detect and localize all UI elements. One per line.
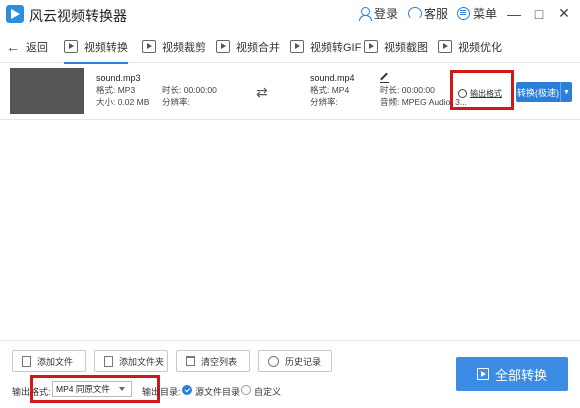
user-icon xyxy=(358,7,372,21)
custom-dir-radio[interactable] xyxy=(241,385,251,395)
tab-video-convert[interactable]: 视频转换 xyxy=(64,30,128,64)
edit-pencil-icon[interactable] xyxy=(380,72,389,83)
login-button[interactable]: 登录 xyxy=(358,5,398,22)
merge-icon xyxy=(216,40,230,53)
target-format: 格式: MP4 xyxy=(310,85,350,95)
target-info: sound.mp4 格式: MP4 分辨率: xyxy=(310,72,355,108)
source-dir-radio[interactable] xyxy=(182,385,192,395)
add-file-label: 添加文件 xyxy=(37,356,74,367)
maximize-button[interactable]: □ xyxy=(531,6,547,22)
clock-icon xyxy=(268,355,279,367)
clear-list-label: 清空列表 xyxy=(201,356,238,367)
tab-video-screenshot[interactable]: 视频截图 xyxy=(364,30,428,63)
history-button[interactable]: 历史记录 xyxy=(258,350,332,372)
tab-label: 视频截图 xyxy=(384,41,428,54)
service-label: 客服 xyxy=(423,7,448,21)
convert-arrows-icon: ⇄ xyxy=(256,84,268,100)
caret-down-icon[interactable]: ▼ xyxy=(560,82,572,102)
title-bar: 风云视频转换器 登录 客服 菜单 — □ ✕ xyxy=(0,0,580,28)
history-label: 历史记录 xyxy=(285,356,322,367)
app-logo-icon xyxy=(6,5,24,23)
convert-label: 转换(极速) xyxy=(517,87,559,98)
tab-label: 视频转GIF xyxy=(310,41,362,54)
add-file-button[interactable]: 添加文件 xyxy=(12,350,86,372)
minimize-button[interactable]: — xyxy=(506,6,522,22)
clear-list-button[interactable]: 清空列表 xyxy=(176,350,250,372)
file-add-icon xyxy=(22,355,31,367)
output-dir-label: 输出目录: xyxy=(142,387,181,397)
arrow-left-icon: ← xyxy=(6,38,20,55)
folder-add-icon xyxy=(104,355,113,367)
target-resolution: 分辨率: xyxy=(310,97,338,107)
source-filename: sound.mp3 xyxy=(96,73,141,83)
source-info: sound.mp3 格式: MP3 大小: 0.02 MB xyxy=(96,72,149,108)
highlight-box-format-select xyxy=(30,375,160,403)
tab-label: 视频优化 xyxy=(458,41,502,54)
close-button[interactable]: ✕ xyxy=(556,5,572,22)
login-label: 登录 xyxy=(373,7,398,21)
tab-video-gif[interactable]: 视频转GIF xyxy=(290,30,361,63)
trash-icon xyxy=(186,356,195,366)
sliders-icon xyxy=(438,40,452,53)
play-icon xyxy=(476,368,489,380)
gif-icon xyxy=(290,40,304,53)
target-filename: sound.mp4 xyxy=(310,73,355,83)
menu-icon xyxy=(456,7,470,20)
add-folder-label: 添加文件夹 xyxy=(119,356,165,367)
tab-label: 视频转换 xyxy=(84,41,128,54)
convert-button[interactable]: 转换(极速) ▼ xyxy=(516,82,572,102)
image-icon xyxy=(364,40,378,53)
custom-dir-label: 自定义 xyxy=(254,387,282,397)
highlight-box-output-format xyxy=(450,70,514,110)
tab-video-merge[interactable]: 视频合并 xyxy=(216,30,280,63)
app-title: 风云视频转换器 xyxy=(29,8,127,24)
source-dir-label: 源文件目录 xyxy=(195,387,241,397)
add-folder-button[interactable]: 添加文件夹 xyxy=(94,350,168,372)
source-format: 格式: MP3 xyxy=(96,85,136,95)
crop-icon xyxy=(142,40,156,53)
back-label: 返回 xyxy=(26,41,48,54)
tab-video-optimize[interactable]: 视频优化 xyxy=(438,30,502,63)
tab-video-crop[interactable]: 视频裁剪 xyxy=(142,30,206,63)
source-meta: 时长: 00:00:00 分辨率: xyxy=(162,84,217,108)
service-button[interactable]: 客服 xyxy=(407,5,448,22)
convert-all-button[interactable]: 全部转换 xyxy=(456,357,568,391)
headset-icon xyxy=(407,7,422,20)
convert-all-label: 全部转换 xyxy=(494,367,547,383)
source-size: 大小: 0.02 MB xyxy=(96,97,150,107)
menu-button[interactable]: 菜单 xyxy=(456,5,497,22)
video-thumbnail xyxy=(10,68,84,114)
tab-label: 视频合并 xyxy=(236,41,280,54)
video-icon xyxy=(64,40,78,53)
back-button[interactable]: ← 返回 xyxy=(6,30,48,63)
nav-bar: ← 返回 视频转换 视频裁剪 视频合并 视频转GIF 视频截图 视频优化 xyxy=(0,30,580,64)
tab-label: 视频裁剪 xyxy=(162,41,206,54)
source-duration: 时长: 00:00:00 xyxy=(162,85,217,95)
menu-label: 菜单 xyxy=(472,7,497,21)
source-resolution: 分辨率: xyxy=(162,97,190,107)
